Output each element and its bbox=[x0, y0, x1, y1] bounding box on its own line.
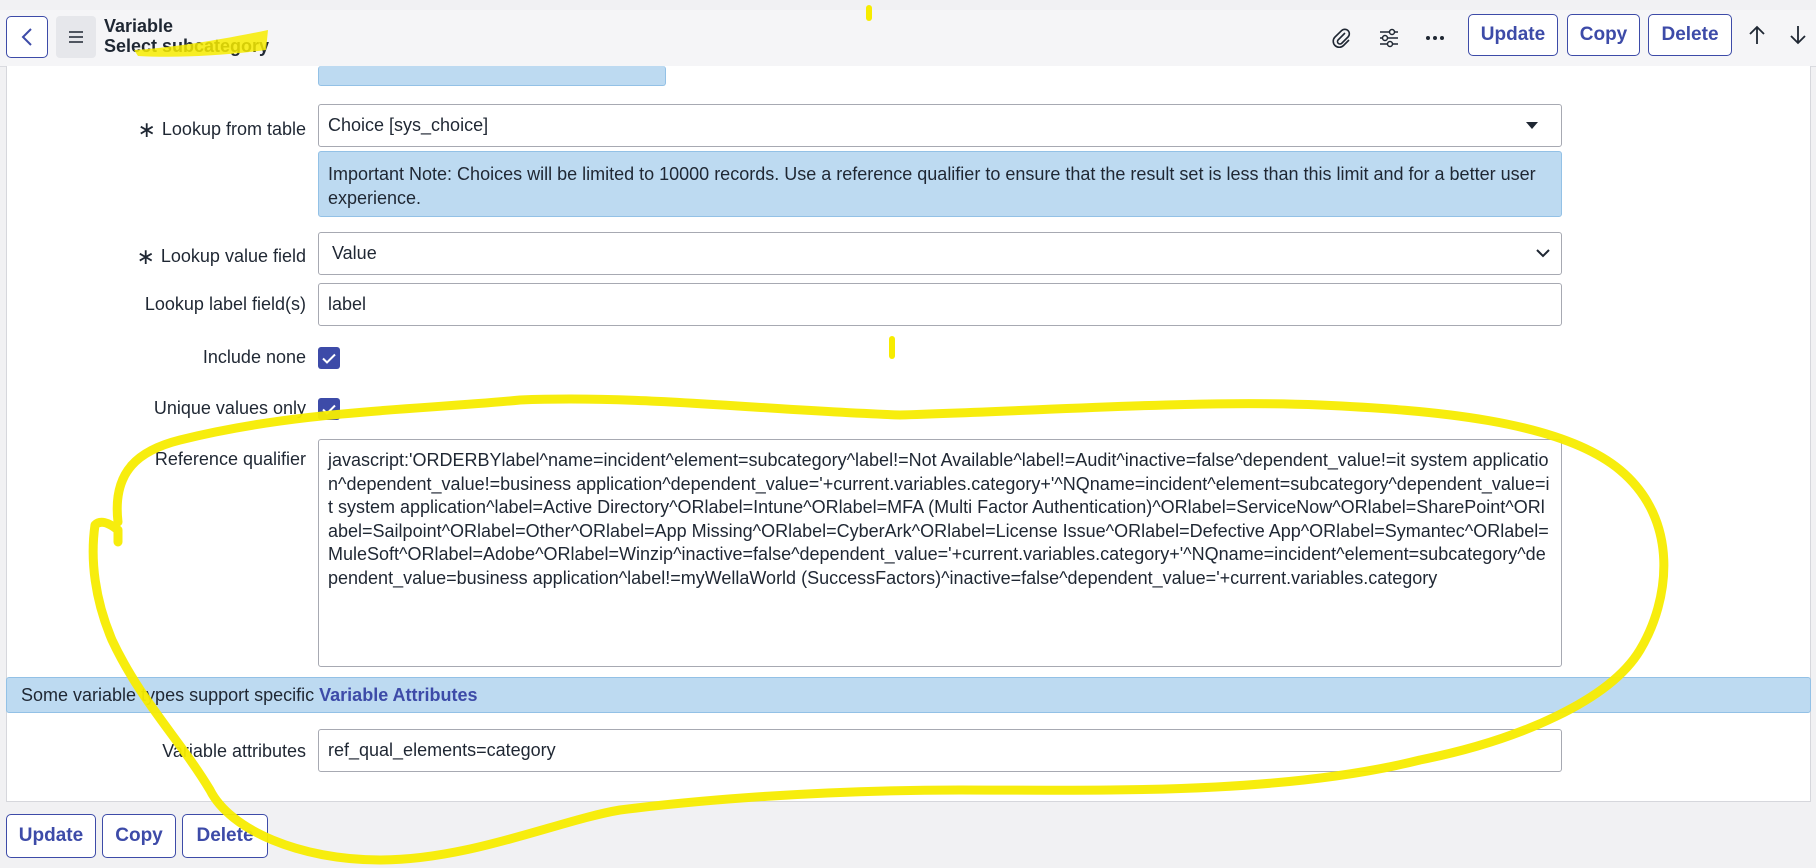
chevron-down-icon bbox=[1536, 249, 1550, 258]
footer-delete-button[interactable]: Delete bbox=[182, 814, 268, 858]
lookup-value-field-select[interactable]: Value bbox=[318, 232, 1562, 275]
variable-attributes-label-row: Variable attributes bbox=[0, 741, 306, 763]
header-title-block: Variable Select subcategory bbox=[104, 16, 269, 56]
reference-qualifier-label: Reference qualifier bbox=[154, 449, 306, 469]
back-icon bbox=[21, 28, 32, 46]
form-subtitle: Select subcategory bbox=[104, 36, 270, 56]
required-icon: ∗ bbox=[136, 244, 155, 269]
checkmark-icon bbox=[322, 404, 336, 415]
paperclip-icon bbox=[1332, 28, 1351, 48]
variable-attributes-value: ref_qual_elements=category bbox=[328, 740, 556, 760]
unique-values-label-row: Unique values only bbox=[0, 398, 306, 420]
header-update-button-main[interactable]: Update bbox=[1468, 14, 1558, 56]
back-button[interactable] bbox=[6, 16, 48, 58]
sliders-icon bbox=[1380, 28, 1398, 48]
reference-qualifier-textarea[interactable]: javascript:'ORDERBYlabel^name=incident^e… bbox=[318, 439, 1562, 667]
important-note: Important Note: Choices will be limited … bbox=[318, 151, 1562, 217]
attachment-button[interactable] bbox=[1324, 24, 1358, 52]
checkmark-icon bbox=[322, 353, 336, 364]
lookup-from-table-label-row: ∗ Lookup from table bbox=[0, 115, 306, 142]
variable-attributes-banner: Some variable types support specific Var… bbox=[6, 677, 1811, 713]
include-none-label-row: Include none bbox=[0, 347, 306, 369]
lookup-label-fields-input[interactable]: label bbox=[318, 283, 1562, 326]
lookup-value-field-value: Value bbox=[332, 243, 377, 263]
variable-attributes-link[interactable]: Variable Attributes bbox=[319, 685, 477, 706]
unique-values-only-checkbox[interactable] bbox=[318, 398, 340, 420]
lookup-value-field-label-row: ∗ Lookup value field bbox=[0, 242, 306, 269]
lookup-label-fields-label: Lookup label field(s) bbox=[144, 294, 306, 314]
required-icon: ∗ bbox=[137, 117, 156, 142]
lookup-label-fields-value: label bbox=[328, 294, 367, 314]
lookup-from-table-value: Choice [sys_choice] bbox=[328, 115, 489, 135]
header-copy-button[interactable]: Copy bbox=[1567, 14, 1640, 56]
banner-text: Some variable types support specific bbox=[21, 684, 320, 705]
variable-attributes-input[interactable]: ref_qual_elements=category bbox=[318, 729, 1562, 772]
next-record-button[interactable] bbox=[1783, 20, 1813, 50]
menu-icon bbox=[69, 31, 83, 43]
unique-values-only-label: Unique values only bbox=[153, 398, 306, 418]
dropdown-arrow-icon bbox=[1526, 121, 1538, 129]
variable-attributes-label: Variable attributes bbox=[162, 741, 306, 761]
footer-update-button[interactable]: Update bbox=[6, 814, 96, 858]
info-box-partial bbox=[318, 66, 666, 86]
reference-qualifier-label-row: Reference qualifier bbox=[0, 449, 306, 471]
lookup-label-fields-label-row: Lookup label field(s) bbox=[0, 294, 306, 316]
include-none-label: Include none bbox=[202, 347, 306, 367]
include-none-checkbox[interactable] bbox=[318, 347, 340, 369]
more-icon bbox=[1426, 36, 1444, 40]
lookup-from-table-label: Lookup from table bbox=[161, 119, 306, 139]
header-delete-button[interactable]: Delete bbox=[1648, 14, 1732, 56]
arrow-up-icon bbox=[1749, 25, 1765, 44]
context-menu-button[interactable] bbox=[56, 16, 96, 58]
previous-record-button[interactable] bbox=[1742, 20, 1772, 50]
more-options-button[interactable] bbox=[1418, 24, 1452, 52]
arrow-down-icon bbox=[1790, 26, 1806, 45]
lookup-value-field-label: Lookup value field bbox=[160, 246, 306, 266]
lookup-from-table-select[interactable]: Choice [sys_choice] bbox=[318, 104, 1562, 147]
personalize-button[interactable] bbox=[1372, 24, 1406, 52]
footer-copy-button[interactable]: Copy bbox=[102, 814, 176, 858]
form-title: Variable bbox=[104, 16, 174, 36]
